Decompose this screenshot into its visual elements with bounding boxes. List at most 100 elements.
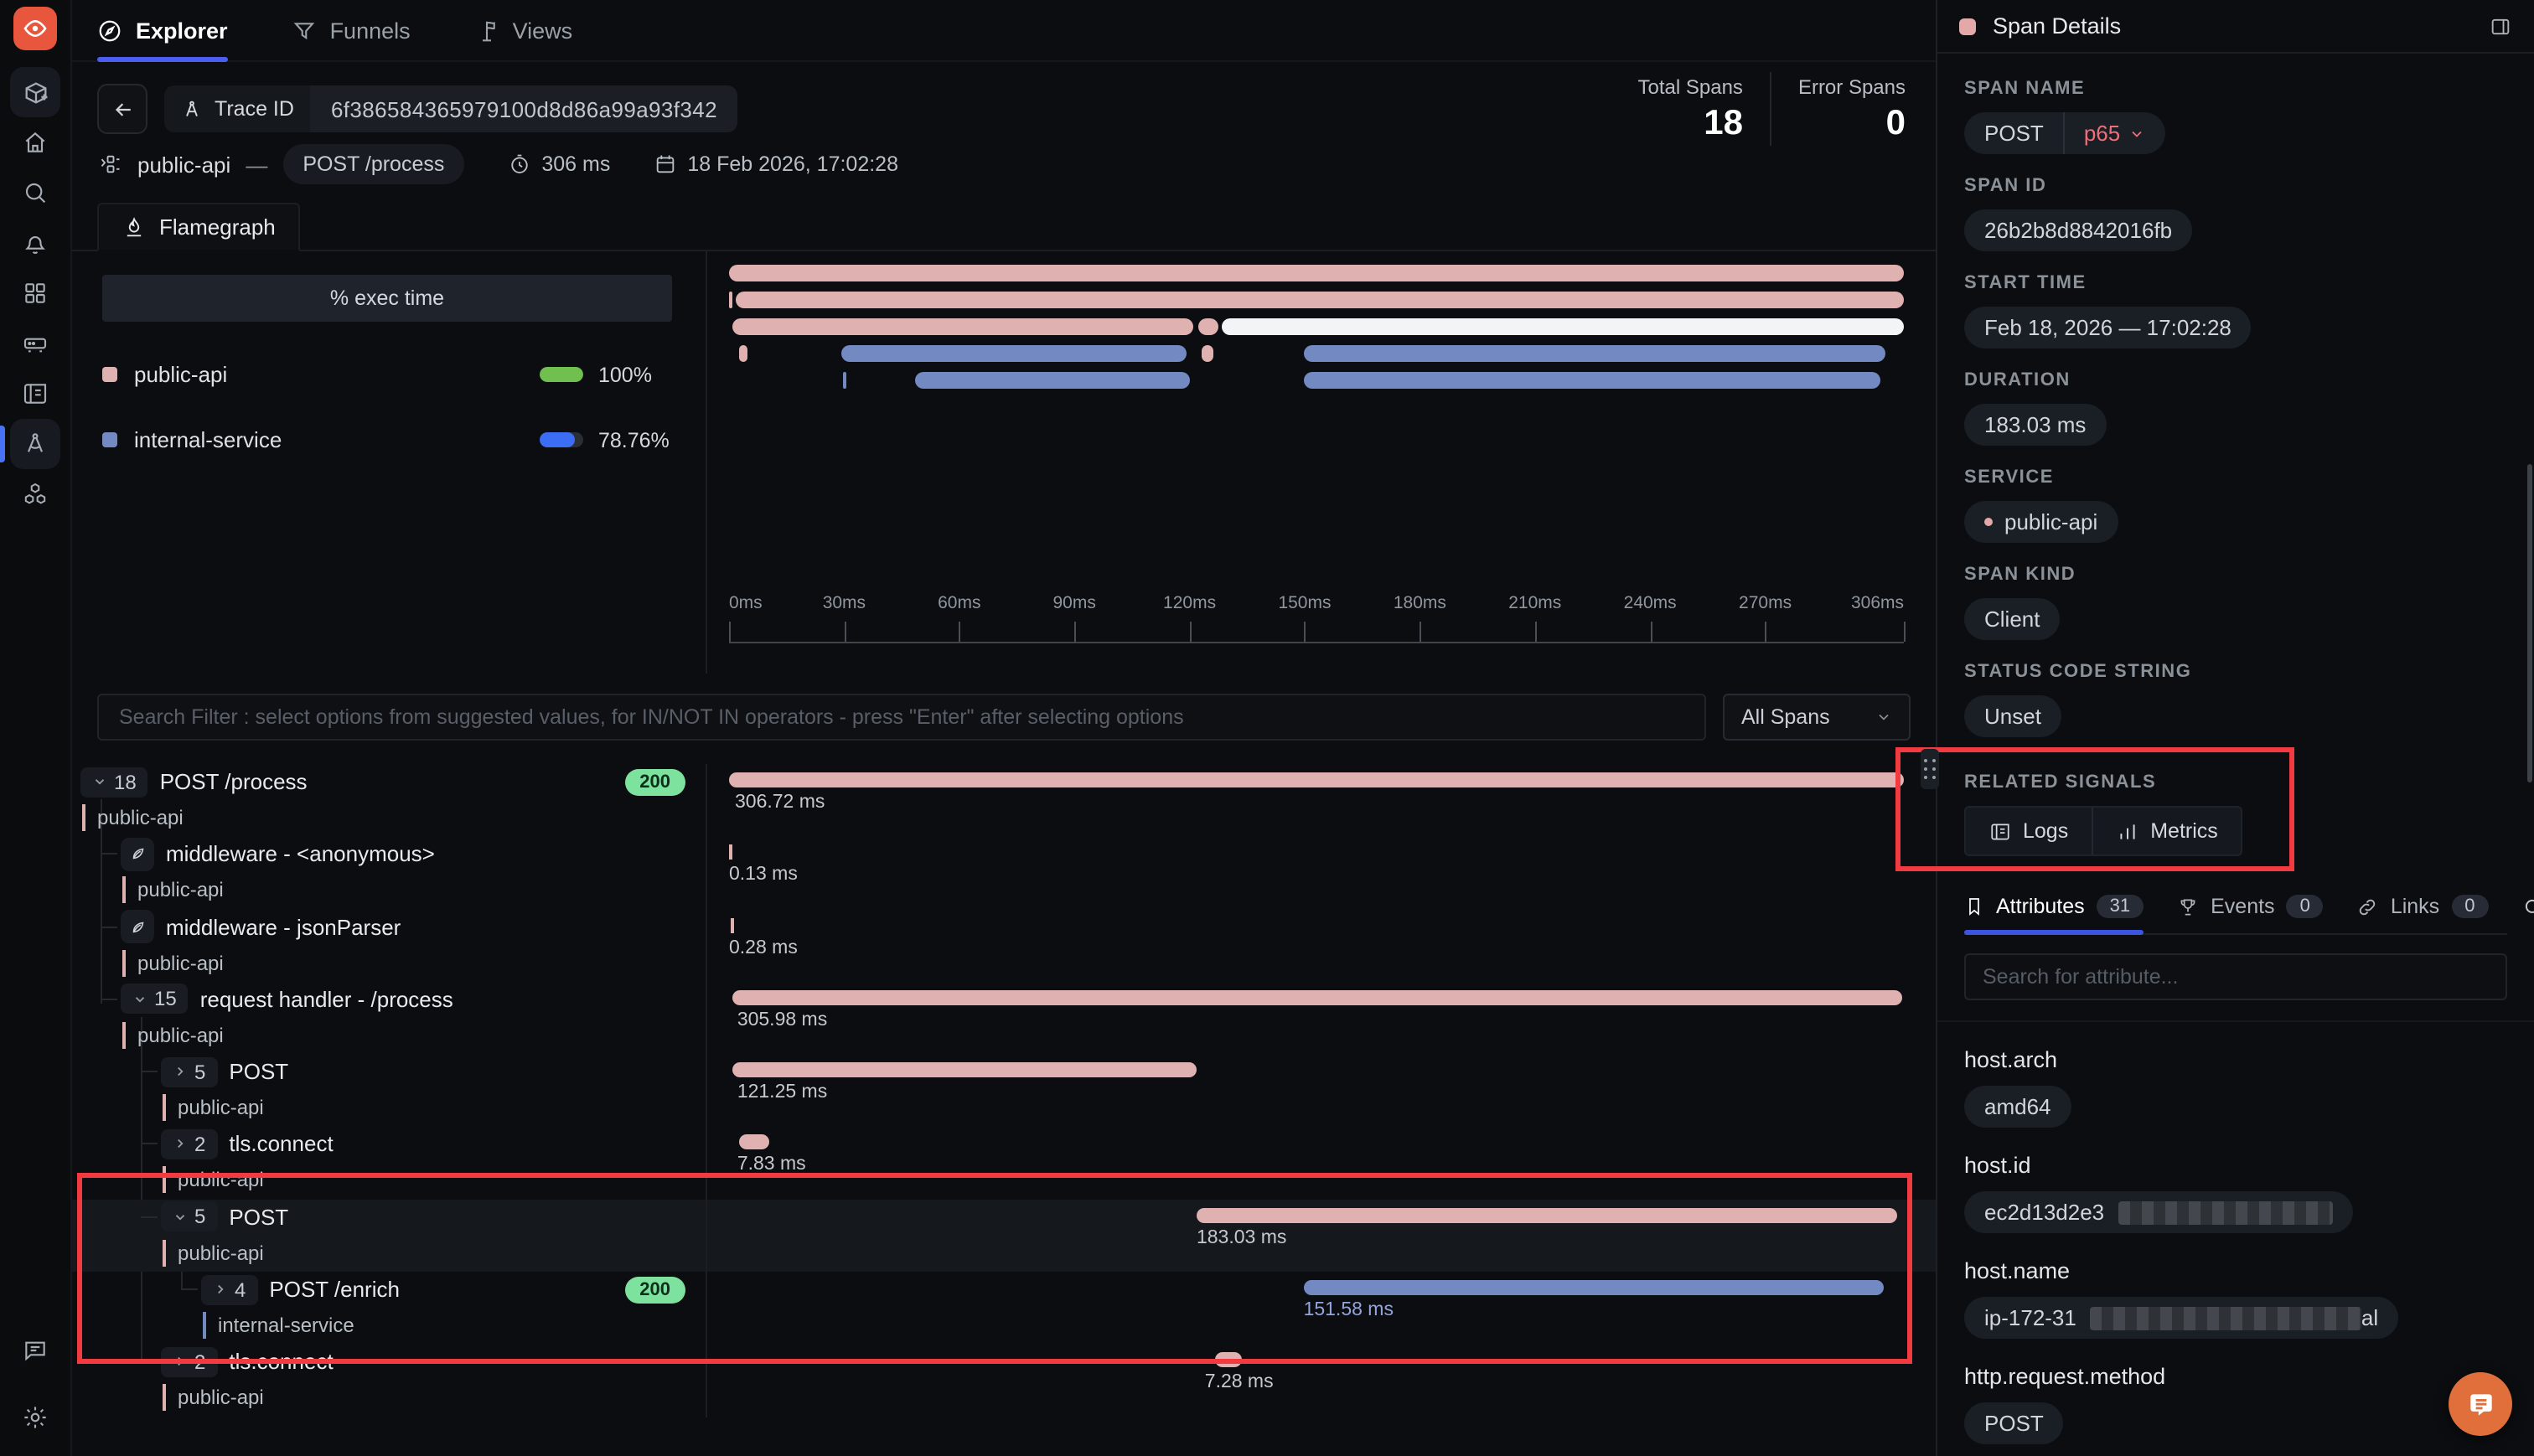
attribute-search-input[interactable] (1964, 953, 2507, 1000)
span-name-variant: p65 (2084, 121, 2120, 146)
status-code-label: STATUS CODE STRING (1964, 662, 2507, 682)
sidebar-rail (0, 0, 72, 1456)
main-area: Explorer Funnels Views Trace ID 6f386584… (72, 0, 1936, 1456)
tab-label: Explorer (136, 18, 228, 43)
attribute-key: host.id (1964, 1153, 2507, 1178)
span-name-pill[interactable]: POST p65 (1964, 112, 2165, 154)
sidebar-item-feedback[interactable] (10, 1325, 60, 1376)
flamegraph-legend: % exec time public-api 100% internal-ser… (72, 251, 706, 674)
gantt-bar[interactable] (732, 1062, 1197, 1077)
trace-endpoint-pill[interactable]: POST /process (282, 144, 464, 184)
leaf-icon (121, 910, 154, 943)
expander-closed[interactable]: 2 (161, 1129, 217, 1159)
span-service: public-api (163, 1240, 264, 1267)
span-service: public-api (82, 804, 184, 831)
expander-closed[interactable]: 2 (161, 1347, 217, 1377)
gantt-bar[interactable] (731, 917, 734, 932)
events-icon (2177, 896, 2199, 917)
metrics-button[interactable]: Metrics (2092, 808, 2242, 854)
tab-flamegraph[interactable]: Flamegraph (97, 203, 301, 251)
span-row[interactable]: 4 POST /enrich 200 internal-service 151.… (72, 1272, 1936, 1345)
sidebar-item-dashboards[interactable] (10, 268, 60, 318)
search-filter-input[interactable] (97, 694, 1706, 741)
attribute-value[interactable]: ec2d13d2e3 (1964, 1191, 2352, 1233)
sidebar-item-logs[interactable] (10, 369, 60, 419)
span-row[interactable]: 15 request handler - /process public-api… (72, 982, 1936, 1055)
filter-row: All Spans (97, 694, 1911, 741)
expander-open[interactable]: 15 (121, 984, 189, 1015)
tab-explorer[interactable]: Explorer (97, 0, 228, 60)
sidebar-item-infrastructure[interactable] (10, 318, 60, 369)
bell-icon (22, 230, 49, 256)
gantt-bar[interactable] (1304, 1280, 1885, 1295)
exec-bar (540, 432, 583, 447)
tab-events[interactable]: Events 0 (2177, 880, 2324, 933)
sidebar-item-services[interactable] (10, 469, 60, 519)
span-row[interactable]: 2 tls.connect public-api 7.28 ms (72, 1345, 1936, 1417)
sidebar-item-search[interactable] (10, 168, 60, 218)
expander-open[interactable]: 5 (161, 1202, 217, 1232)
tab-views[interactable]: Views (474, 0, 573, 60)
sidebar-item-alerts[interactable] (10, 218, 60, 268)
panel-drag-handle[interactable] (1921, 749, 1939, 789)
span-name: tls.connect (229, 1132, 333, 1157)
flamegraph-canvas[interactable]: 0ms 30ms 60ms 90ms 120ms 150ms 180ms 210… (706, 251, 1936, 674)
span-row[interactable]: 5 POST public-api 121.25 ms (72, 1054, 1936, 1127)
span-name: POST (229, 1205, 288, 1230)
legend-item-internal-service[interactable]: internal-service 78.76% (102, 427, 672, 452)
gantt-bar[interactable] (732, 990, 1902, 1005)
flamegraph-section: % exec time public-api 100% internal-ser… (72, 251, 1936, 674)
error-spans-label: Error Spans (1798, 75, 1906, 98)
span-row-selected[interactable]: 5 POST public-api 183.03 ms (72, 1200, 1936, 1273)
attributes-search-icon[interactable] (2521, 896, 2534, 917)
help-chat-button[interactable] (2449, 1372, 2512, 1436)
gantt-bar[interactable] (1214, 1353, 1243, 1368)
details-tabs: Attributes 31 Events 0 Links 0 (1964, 880, 2507, 935)
span-name-method: POST (1964, 112, 2064, 154)
top-nav: Explorer Funnels Views (72, 0, 1936, 62)
sidebar-item-traces[interactable] (10, 419, 60, 469)
expander-open[interactable]: 18 (80, 767, 148, 797)
span-name: POST (229, 1059, 288, 1084)
spans-filter-dropdown[interactable]: All Spans (1723, 694, 1911, 741)
sidebar-item-get-started[interactable] (10, 67, 60, 117)
trace-id-value: 6f386584365979100d8d86a99a93f342 (311, 85, 737, 132)
tab-funnels[interactable]: Funnels (292, 0, 411, 60)
attribute-value[interactable]: POST (1964, 1402, 2064, 1444)
attribute-key: host.arch (1964, 1047, 2507, 1072)
sidebar-item-settings[interactable] (10, 1392, 60, 1443)
logs-button[interactable]: Logs (1966, 808, 2092, 854)
expander-closed[interactable]: 5 (161, 1056, 217, 1087)
span-row[interactable]: 18 POST /process 200 public-api 306.72 m… (72, 764, 1936, 837)
sidebar-item-home[interactable] (10, 117, 60, 168)
trace-id-label: Trace ID (215, 97, 294, 121)
span-row[interactable]: middleware - jsonParser public-api 0.28 … (72, 909, 1936, 982)
trace-header: Trace ID 6f386584365979100d8d86a99a93f34… (72, 62, 1936, 136)
attribute-value[interactable]: ip-172-31al (1964, 1297, 2398, 1339)
gantt-bar[interactable] (738, 1135, 768, 1150)
gantt-bar[interactable] (729, 845, 732, 860)
tab-links[interactable]: Links 0 (2357, 880, 2489, 933)
panel-toggle-icon[interactable] (2489, 14, 2512, 38)
span-name: middleware - <anonymous> (166, 842, 435, 867)
tab-attributes[interactable]: Attributes 31 (1964, 880, 2144, 933)
span-service: public-api (163, 1094, 264, 1121)
events-count: 0 (2287, 895, 2324, 918)
span-row[interactable]: 2 tls.connect public-api 7.83 ms (72, 1127, 1936, 1200)
span-id-value[interactable]: 26b2b8d8842016fb (1964, 209, 2192, 251)
back-button[interactable] (97, 84, 147, 134)
tab-label: Funnels (330, 18, 411, 43)
exec-pct: 100% (598, 363, 672, 386)
expander-closed[interactable]: 4 (201, 1274, 257, 1304)
attribute-value[interactable]: amd64 (1964, 1086, 2071, 1128)
app-logo[interactable] (13, 7, 57, 50)
chevron-down-icon (1875, 709, 1892, 725)
gantt-bar[interactable] (729, 772, 1904, 787)
legend-item-public-api[interactable]: public-api 100% (102, 362, 672, 387)
span-row[interactable]: middleware - <anonymous> public-api 0.13… (72, 837, 1936, 910)
error-spans-value: 0 (1798, 103, 1906, 143)
span-color-swatch (1959, 18, 1976, 34)
scrollbar-thumb[interactable] (2527, 464, 2532, 782)
gantt-bar[interactable] (1197, 1208, 1897, 1223)
trace-id-chip[interactable]: Trace ID 6f386584365979100d8d86a99a93f34… (164, 85, 737, 132)
